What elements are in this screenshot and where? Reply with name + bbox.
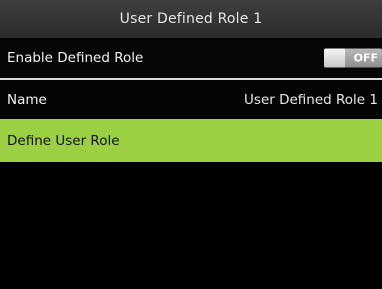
page-title: User Defined Role 1 bbox=[119, 11, 263, 27]
enable-defined-role-label: Enable Defined Role bbox=[7, 50, 144, 66]
enable-defined-role-row[interactable]: Enable Defined Role OFF bbox=[0, 38, 382, 78]
title-bar: User Defined Role 1 bbox=[0, 0, 382, 38]
device-screen: User Defined Role 1 Enable Defined Role … bbox=[0, 0, 382, 289]
define-user-role-label: Define User Role bbox=[7, 132, 120, 149]
name-value: User Defined Role 1 bbox=[244, 92, 378, 108]
define-user-role-row[interactable]: Define User Role bbox=[0, 119, 382, 162]
name-row[interactable]: Name User Defined Role 1 bbox=[0, 80, 382, 120]
empty-list-area bbox=[0, 162, 382, 289]
toggle-state-label: OFF bbox=[345, 48, 382, 68]
toggle-knob bbox=[324, 48, 345, 68]
enable-defined-role-toggle[interactable]: OFF bbox=[324, 48, 382, 68]
name-label: Name bbox=[7, 92, 47, 108]
